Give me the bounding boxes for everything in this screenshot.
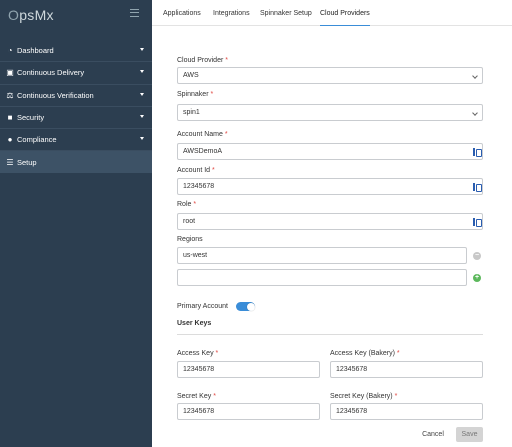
account-id-label: Account Id * <box>177 167 215 174</box>
top-tabs: Applications Integrations Spinnaker Setu… <box>152 0 512 26</box>
cloud-provider-label: Cloud Provider * <box>177 57 228 64</box>
tab-applications[interactable]: Applications <box>163 10 201 17</box>
sidebar-item-label: Security <box>17 113 45 123</box>
access-key-bakery-field[interactable]: 12345678 <box>330 361 483 378</box>
menu-toggle-icon[interactable] <box>130 9 139 17</box>
add-region-icon[interactable]: + <box>473 274 481 282</box>
sidebar-item-label: Continuous Verification <box>17 90 94 100</box>
sidebar: OpsMx ◔ Dashboard ▣ Continuous Delivery … <box>0 0 152 447</box>
chevron-down-icon <box>140 92 144 96</box>
account-name-field[interactable]: AWSDemoA <box>177 143 483 160</box>
opsmx-logo[interactable]: OpsMx <box>8 7 54 23</box>
verification-icon: ⚖ <box>6 90 14 100</box>
lock-icon: ■ <box>7 113 13 123</box>
chevron-down-icon <box>140 114 144 118</box>
access-key-label: Access Key * <box>177 350 219 357</box>
region-field[interactable]: us-west <box>177 247 467 264</box>
region-field[interactable] <box>177 269 467 286</box>
sidebar-item-label: Dashboard <box>17 46 54 56</box>
brand-bar: OpsMx <box>0 0 152 30</box>
role-field[interactable]: root <box>177 213 483 230</box>
tab-spinnaker-setup[interactable]: Spinnaker Setup <box>260 10 312 17</box>
sliders-icon: ☰ <box>6 157 14 167</box>
compliance-icon: ● <box>7 135 13 145</box>
sidebar-item-label: Setup <box>17 157 37 167</box>
chevron-down-icon <box>140 70 144 74</box>
cancel-button[interactable]: Cancel <box>417 427 449 442</box>
regions-label: Regions <box>177 236 203 243</box>
sidebar-item-label: Compliance <box>17 135 57 145</box>
account-name-label: Account Name * <box>177 131 228 138</box>
primary-account-toggle[interactable] <box>236 302 255 311</box>
secret-key-bakery-label: Secret Key (Bakery) * <box>330 393 398 400</box>
chevron-down-icon <box>140 137 144 141</box>
cloud-provider-select[interactable]: AWS <box>177 67 483 84</box>
chevron-down-icon <box>140 48 144 51</box>
role-label: Role * <box>177 201 197 208</box>
sidebar-item-continuous-verification[interactable]: ⚖ Continuous Verification <box>0 85 152 106</box>
sidebar-nav: ◔ Dashboard ▣ Continuous Delivery ⚖ Cont… <box>0 40 152 173</box>
primary-account-label: Primary Account <box>177 303 228 310</box>
user-keys-title: User Keys <box>177 320 212 327</box>
spinnaker-select[interactable]: spin1 <box>177 104 483 121</box>
secret-key-field[interactable]: 12345678 <box>177 403 320 420</box>
save-button[interactable]: Save <box>456 427 483 442</box>
sidebar-item-dashboard[interactable]: ◔ Dashboard <box>0 40 152 61</box>
sidebar-item-compliance[interactable]: ● Compliance <box>0 129 152 150</box>
sidebar-item-label: Continuous Delivery <box>17 68 85 78</box>
sidebar-item-setup[interactable]: ☰ Setup <box>0 151 152 173</box>
field-key-icon[interactable] <box>473 218 482 227</box>
tab-integrations[interactable]: Integrations <box>213 10 250 17</box>
section-divider <box>177 334 483 335</box>
remove-region-icon[interactable]: − <box>473 252 481 260</box>
gauge-icon: ◔ <box>7 46 13 56</box>
field-key-icon[interactable] <box>473 183 482 192</box>
spinnaker-label: Spinnaker * <box>177 91 214 98</box>
field-key-icon[interactable] <box>473 148 482 157</box>
sidebar-item-security[interactable]: ■ Security <box>0 107 152 128</box>
access-key-bakery-label: Access Key (Bakery) * <box>330 350 400 357</box>
secret-key-label: Secret Key * <box>177 393 216 400</box>
truck-icon: ▣ <box>6 68 14 78</box>
sidebar-item-continuous-delivery[interactable]: ▣ Continuous Delivery <box>0 62 152 83</box>
account-id-field[interactable]: 12345678 <box>177 178 483 195</box>
access-key-field[interactable]: 12345678 <box>177 361 320 378</box>
tab-cloud-providers[interactable]: Cloud Providers <box>320 10 370 26</box>
secret-key-bakery-field[interactable]: 12345678 <box>330 403 483 420</box>
